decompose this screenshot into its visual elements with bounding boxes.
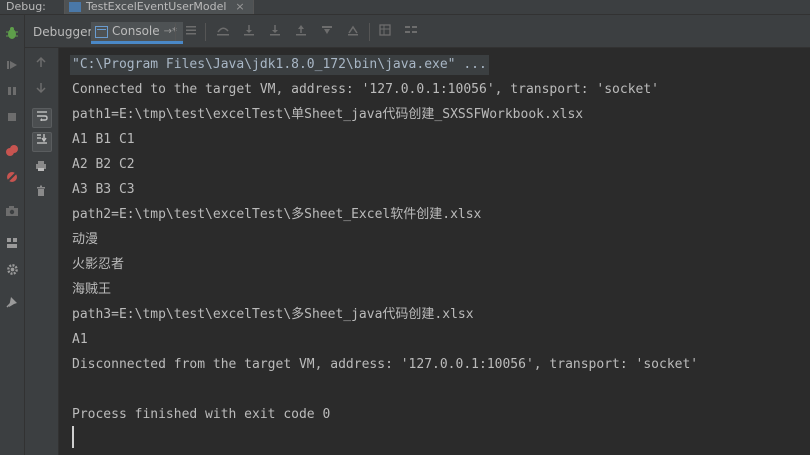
console-line-command[interactable]: "C:\Program Files\Java\jdk1.8.0_172\bin\… [70,55,489,75]
console-line: A1 [72,332,88,347]
toolbar-separator [369,23,370,41]
debug-label: Debug: [6,0,46,13]
pin-icon[interactable] [4,294,20,310]
console-line: A1 B1 C1 [72,132,135,147]
step-out-icon[interactable] [293,24,309,40]
view-breakpoints-icon[interactable] [4,143,20,159]
run-config-icon [69,2,81,12]
down-arrow-icon[interactable] [32,82,50,100]
trace-icon[interactable] [403,24,419,40]
tab-console[interactable]: Console →* [91,22,184,44]
debug-side-toolbar [0,15,25,455]
console-line: Disconnected from the target VM, address… [72,357,699,372]
console-line: Connected to the target VM, address: '12… [72,82,659,97]
settings-icon[interactable] [4,261,20,277]
console-line: Process finished with exit code 0 [72,407,331,422]
console-line: path1=E:\tmp\test\excelTest\单Sheet_java代… [72,107,584,122]
run-config-tab[interactable]: TestExcelEventUserModel × [64,0,254,14]
console-line: 海贼王 [72,282,112,297]
console-side-toolbar [25,48,59,455]
debug-toolbar: Debugger Console →* [25,15,810,48]
print-icon[interactable] [32,160,50,178]
up-arrow-icon[interactable] [32,56,50,74]
toolbar-separator [175,23,176,41]
run-config-label: TestExcelEventUserModel [86,0,227,13]
stop-icon[interactable] [4,109,20,125]
layout-icon[interactable] [4,235,20,251]
text-cursor [72,426,74,448]
console-line: 火影忍者 [72,257,125,272]
console-line: A3 B3 C3 [72,182,135,197]
step-into-icon[interactable] [241,24,257,40]
force-step-into-icon[interactable] [267,24,283,40]
console-line: A2 B2 C2 [72,157,135,172]
step-over-icon[interactable] [215,24,231,40]
soft-wrap-icon[interactable] [32,108,52,128]
close-icon[interactable]: × [235,0,244,14]
drop-frame-icon[interactable] [319,24,335,40]
camera-icon[interactable] [4,203,20,219]
tab-debugger-label: Debugger [33,25,93,39]
console-line: path3=E:\tmp\test\excelTest\多Sheet_java代… [72,307,474,322]
rerun-icon[interactable] [4,57,20,73]
title-bar: Debug: TestExcelEventUserModel × [0,0,810,15]
menu-icon[interactable] [183,24,199,40]
evaluate-icon[interactable] [377,24,393,40]
pause-icon[interactable] [4,83,20,99]
mute-breakpoints-icon[interactable] [4,169,20,185]
toolbar-separator [205,23,206,41]
trash-icon[interactable] [32,185,50,203]
bug-icon[interactable] [4,25,20,41]
tab-debugger[interactable]: Debugger [33,21,92,43]
scroll-to-end-icon[interactable] [32,132,52,152]
console-line: path2=E:\tmp\test\excelTest\多Sheet_Excel… [72,207,482,222]
console-icon [95,25,108,38]
tab-console-label: Console [112,24,160,38]
console-output[interactable]: "C:\Program Files\Java\jdk1.8.0_172\bin\… [59,48,810,455]
console-line: 动漫 [72,232,99,247]
run-to-cursor-icon[interactable] [345,24,361,40]
